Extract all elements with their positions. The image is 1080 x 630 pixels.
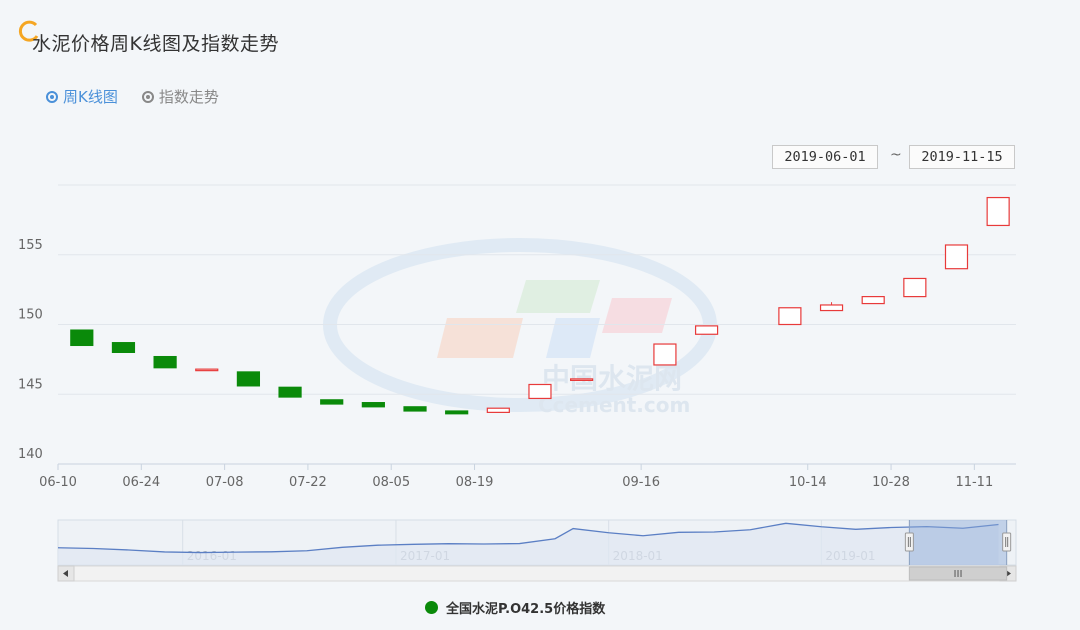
legend-label: 全国水泥P.O42.5价格指数 <box>446 602 606 617</box>
x-tick-label: 09-16 <box>622 475 660 490</box>
y-tick-label: 150 <box>18 308 43 323</box>
x-axis: 06-10 06-24 07-08 07-22 08-05 08-19 09-16 10-14… <box>39 463 1016 490</box>
candle-down[interactable] <box>320 399 344 405</box>
candle-down[interactable] <box>445 410 469 415</box>
y-tick-label: 140 <box>18 447 43 462</box>
x-tick-label: 07-22 <box>289 475 327 490</box>
x-tick-label: 11-11 <box>955 475 993 490</box>
navigator[interactable]: 2016-012017-012018-012019-01 <box>57 519 1017 566</box>
legend-swatch <box>425 601 438 614</box>
candle-down[interactable] <box>70 329 94 347</box>
y-axis: 140 145 150 155 <box>18 238 43 462</box>
x-tick-label: 10-14 <box>789 475 827 490</box>
candle-up[interactable] <box>486 407 510 413</box>
candle-up[interactable] <box>861 296 885 305</box>
candle-up[interactable] <box>694 325 719 335</box>
x-tick-label: 06-24 <box>122 475 160 490</box>
candle-up[interactable] <box>903 277 927 298</box>
grid <box>58 184 1016 465</box>
x-tick-label: 08-05 <box>372 475 410 490</box>
candle-up[interactable] <box>944 244 969 270</box>
legend[interactable]: 全国水泥P.O42.5价格指数 <box>425 598 605 617</box>
x-tick-label: 06-10 <box>39 475 77 490</box>
watermark-cn: 中国水泥网 <box>542 362 682 395</box>
candlestick-chart: 中国水泥网 Ccement.com 140 145 150 155 06-10 06-2… <box>18 184 1017 582</box>
candle-down[interactable] <box>236 371 261 387</box>
x-tick-label: 08-19 <box>456 475 494 490</box>
navigator-selection[interactable] <box>909 520 1007 565</box>
candle-down[interactable] <box>403 406 427 412</box>
y-tick-label: 155 <box>18 238 43 253</box>
navigator-scrollbar[interactable] <box>57 565 1017 582</box>
navigator-handle[interactable] <box>1002 532 1012 552</box>
candle-up[interactable] <box>570 378 594 382</box>
candle-up[interactable] <box>778 307 802 326</box>
watermark-en: Ccement.com <box>538 393 690 417</box>
candle-down[interactable] <box>111 342 136 354</box>
candle-up[interactable] <box>819 304 844 312</box>
candle-down[interactable] <box>361 402 385 408</box>
candle-down[interactable] <box>278 386 302 398</box>
navigator-handle[interactable] <box>904 532 914 552</box>
candle-down[interactable] <box>153 355 177 369</box>
candle-up[interactable] <box>653 343 677 366</box>
candle-up[interactable] <box>528 383 552 400</box>
candle-up[interactable] <box>986 196 1010 227</box>
scrollbar-track[interactable] <box>57 565 1017 582</box>
y-tick-label: 145 <box>18 377 43 392</box>
watermark: 中国水泥网 Ccement.com <box>323 238 717 417</box>
x-tick-label: 07-08 <box>206 475 244 490</box>
x-tick-label: 10-28 <box>872 475 910 490</box>
candle-up[interactable] <box>195 368 219 372</box>
